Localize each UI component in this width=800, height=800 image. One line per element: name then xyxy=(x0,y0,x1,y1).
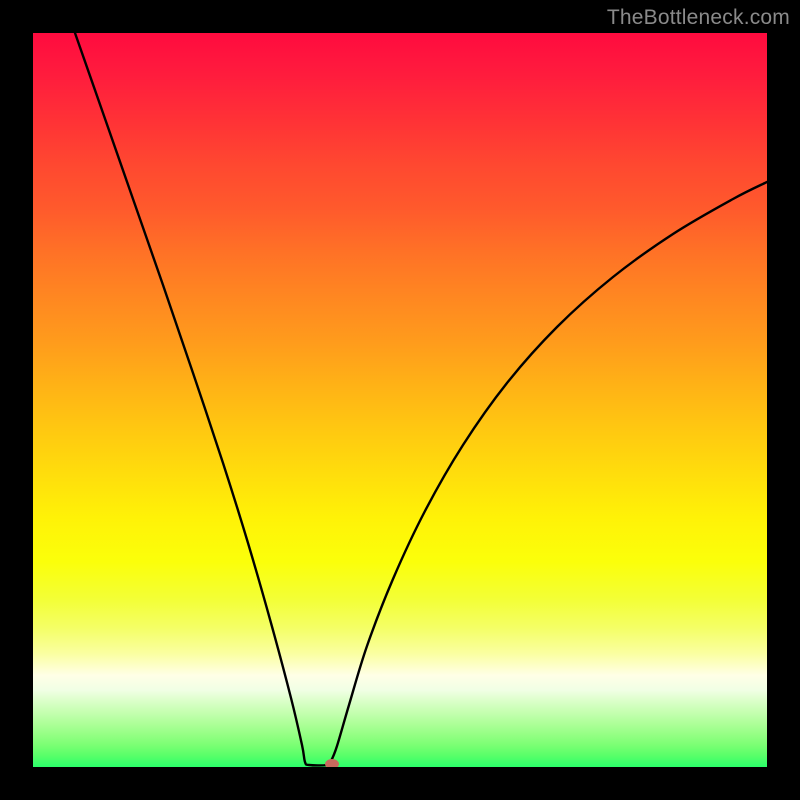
optimal-point-marker xyxy=(325,759,339,767)
chart-frame: TheBottleneck.com xyxy=(0,0,800,800)
watermark-text: TheBottleneck.com xyxy=(607,6,790,30)
bottleneck-curve xyxy=(33,33,767,767)
plot-area xyxy=(33,33,767,767)
